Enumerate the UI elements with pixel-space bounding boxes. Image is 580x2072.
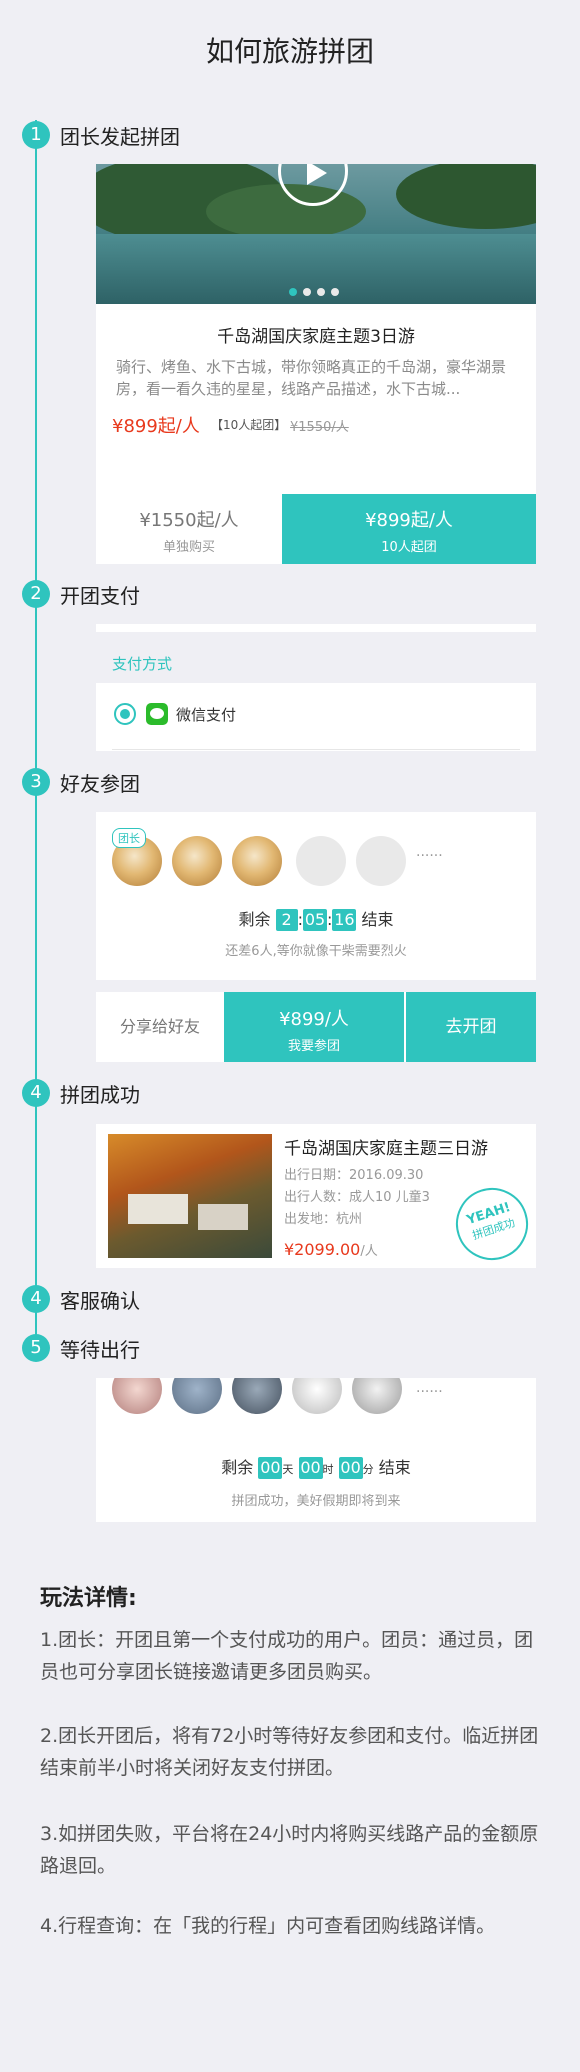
payment-card-top [96,624,536,632]
leader-badge: 团长 [112,828,146,848]
avatar [172,1378,222,1414]
carousel-dot[interactable] [331,288,339,296]
avatar [292,1378,342,1414]
countdown-hours: 00 [298,1457,323,1479]
product-banner[interactable] [96,164,536,304]
group-buy-button[interactable]: ¥899起/人 10人起团 [282,494,536,564]
min-group-label: 【10人起团】 [211,418,287,432]
price-unit: /人 [360,1244,378,1259]
share-button[interactable]: 分享给好友 [96,992,224,1062]
join-label: 我要参团 [287,1039,340,1054]
payment-method-label: 微信支付 [176,706,237,724]
avatar [112,1378,162,1414]
step-label: 开团支付 [60,584,140,608]
minutes-unit: 分 [362,1463,374,1476]
wechat-pay-icon [146,703,168,725]
step-label: 客服确认 [60,1289,140,1313]
divider [112,749,520,750]
success-title: 千岛湖国庆家庭主题三日游 [284,1139,488,1159]
waiting-countdown: 剩余 00 天 00 时 00 分 结束 [96,1454,536,1479]
join-group-card: 团长 ······ 剩余 2:05:16 结束 还差6人,等你就像干柴需要烈火 [96,812,536,980]
success-thumbnail [108,1134,272,1258]
group-price: ¥899起/人 [365,510,453,531]
empty-avatar [356,836,406,886]
step-number: 4 [22,1079,50,1107]
timeline-line [35,120,37,1350]
success-stamp: YEAH! 拼团成功 [446,1178,538,1270]
countdown-seconds: 16 [332,909,357,931]
step-number: 1 [22,121,50,149]
remain-label: 剩余 [238,910,271,929]
carousel-dot[interactable] [303,288,311,296]
product-price: ¥899起/人 [112,416,200,437]
empty-avatar [296,836,346,886]
rule-item: 4.行程查询：在「我的行程」内可查看团购线路详情。 [40,1915,496,1937]
step-label: 拼团成功 [60,1083,140,1107]
join-hint: 还差6人,等你就像干柴需要烈火 [225,944,407,959]
countdown: 剩余 2:05:16 结束 [238,909,394,931]
carousel-dot-active[interactable] [289,288,297,296]
product-title: 千岛湖国庆家庭主题3日游 [217,327,415,347]
success-price-value: ¥2099.00 [284,1240,361,1259]
join-group-button[interactable]: ¥899/人 我要参团 [224,992,404,1062]
step-label: 团长发起拼团 [60,125,180,149]
rule-item: 2.团长开团后，将有72小时等待好友参团和支付。临近拼团结束前半小时将关闭好友支… [40,1725,539,1779]
hours-unit: 时 [322,1463,334,1476]
end-label: 结束 [361,910,394,929]
waiting-card: ······ 剩余 00 天 00 时 00 分 结束 拼团成功，美好假期即将到来 [96,1378,536,1522]
rules-heading: 玩法详情: [40,1586,137,1611]
join-actions: 分享给好友 ¥899/人 我要参团 去开团 [96,992,536,1062]
end-label: 结束 [378,1458,411,1477]
avatar [352,1378,402,1414]
product-description: 骑行、烤鱼、水下古城，带你领略真正的千岛湖，豪华湖景房，看一看久违的星星，线路产… [116,358,507,398]
avatar [232,1378,282,1414]
waiting-hint: 拼团成功，美好假期即将到来 [231,1494,401,1509]
step-number: 5 [22,1334,50,1362]
travel-people: 出行人数：成人10 儿童3 [284,1190,430,1205]
countdown-minutes: 00 [338,1457,363,1479]
group-success-card[interactable]: 千岛湖国庆家庭主题三日游 出行日期：2016.09.30 出行人数：成人10 儿… [96,1124,538,1270]
join-price: ¥899/人 [279,1009,349,1030]
step-label: 好友参团 [60,772,140,796]
payment-option-wechat[interactable]: 微信支付 [96,683,536,751]
countdown-hours: 2 [275,909,298,931]
old-price: ¥1550/人 [290,420,349,435]
solo-buy-button[interactable]: ¥1550起/人 单独购买 [96,494,282,564]
travel-date: 出行日期：2016.09.30 [284,1168,424,1183]
page-title: 如何旅游拼团 [205,35,374,68]
solo-price: ¥1550起/人 [139,510,239,531]
avatar [172,836,222,886]
countdown-days: 00 [258,1457,283,1479]
remain-label: 剩余 [221,1458,254,1477]
product-card[interactable]: 千岛湖国庆家庭主题3日游 骑行、烤鱼、水下古城，带你领略真正的千岛湖，豪华湖景房… [96,164,536,564]
success-price: ¥2099.00/人 [284,1240,378,1259]
step-number: 3 [22,768,50,796]
departure: 出发地：杭州 [284,1212,363,1227]
solo-label: 单独购买 [162,540,215,555]
carousel-dot[interactable] [317,288,325,296]
days-unit: 天 [282,1463,294,1476]
avatar [232,836,282,886]
step-label: 等待出行 [60,1338,140,1362]
radio-selected[interactable] [114,703,136,725]
rule-item: 1.团长：开团且第一个支付成功的用户。团员：通过员，团员也可分享团长链接邀请更多… [40,1629,534,1683]
open-group-button[interactable]: 去开团 [406,992,536,1062]
more-members: ······ [416,848,443,864]
rule-item: 3.如拼团失败，平台将在24小时内将购买线路产品的金额原路退回。 [40,1823,539,1877]
more-members: ······ [416,1384,443,1400]
payment-header: 支付方式 [112,655,173,673]
countdown-minutes: 05 [303,909,327,931]
step-number: 4 [22,1285,50,1313]
step-number: 2 [22,580,50,608]
group-label: 10人起团 [381,540,437,555]
